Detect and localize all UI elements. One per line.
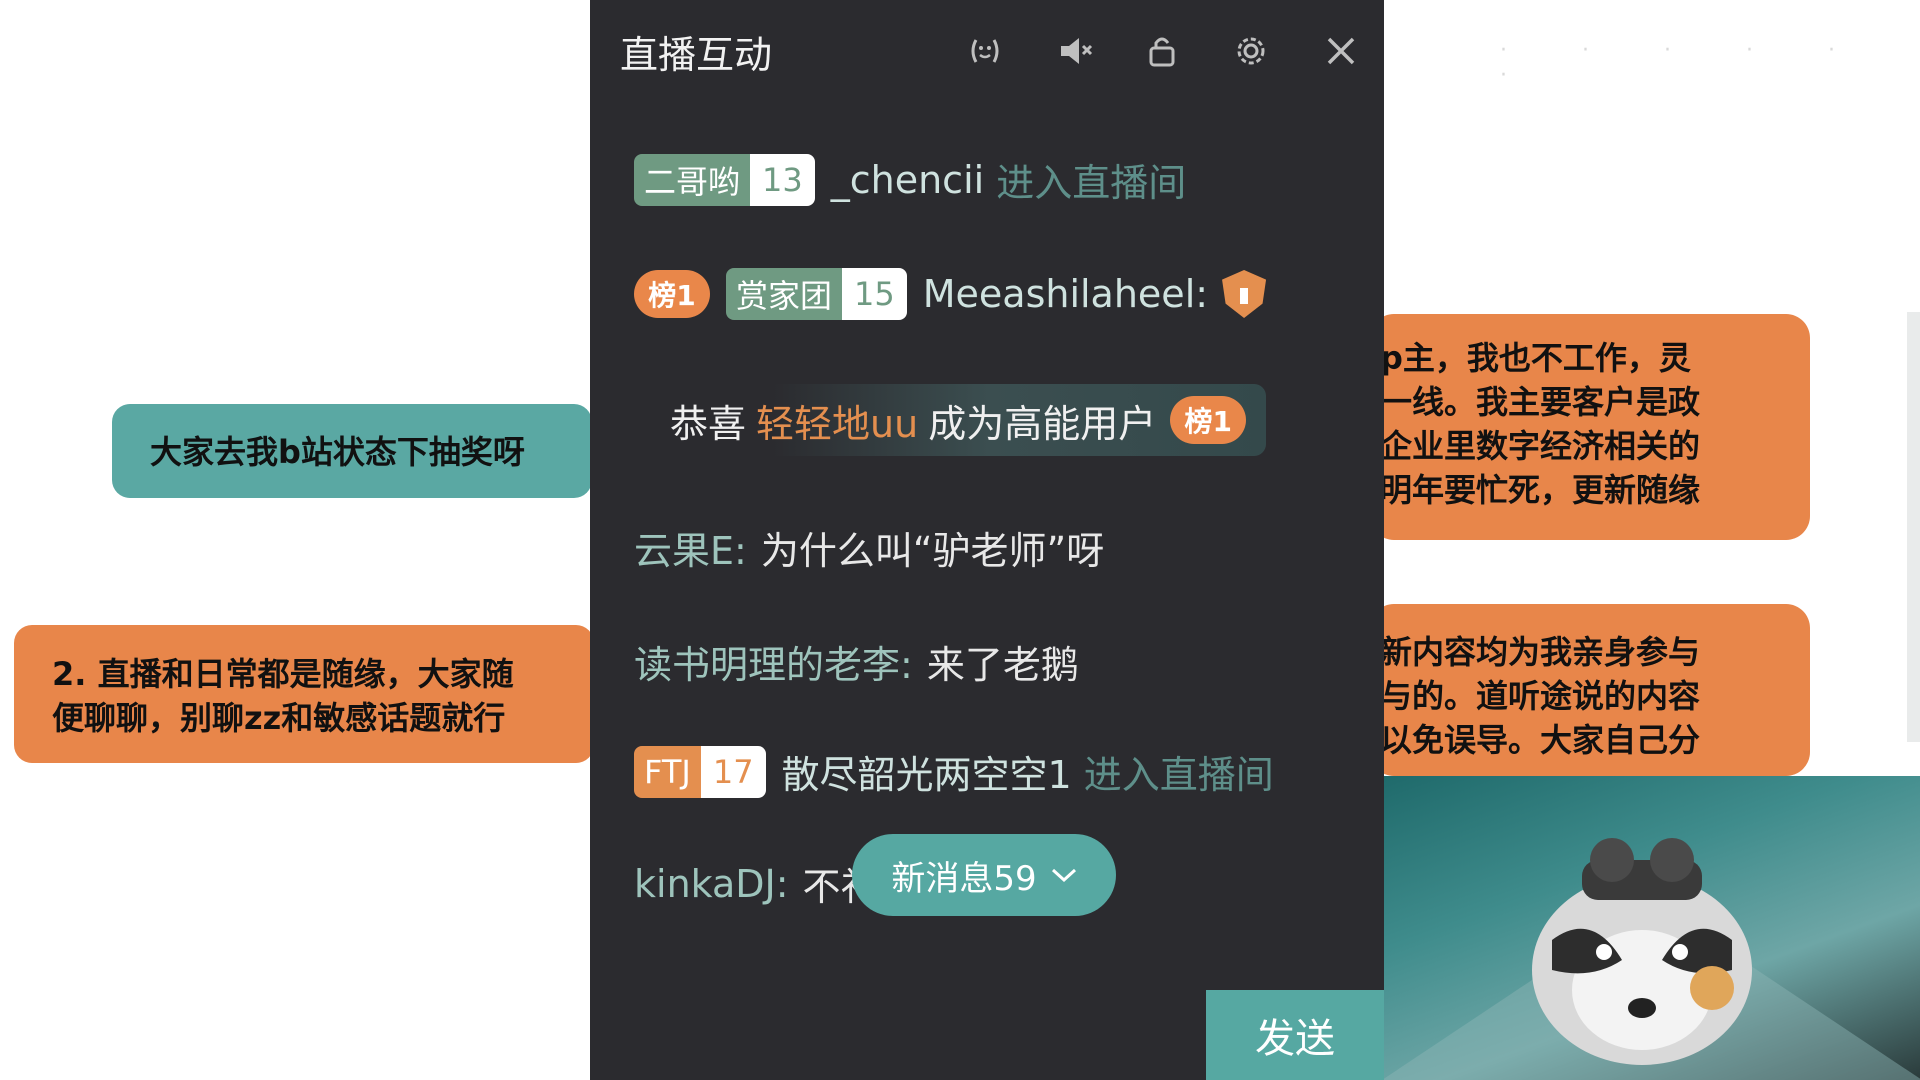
username[interactable]: kinkaDJ: [634,862,789,906]
fan-medal[interactable]: FTJ 17 [634,745,766,798]
right-note-1-line: 一线。我主要客户是政 [1380,383,1701,421]
right-orange-note-1: p主，我也不工作，灵 一线。我主要客户是政 企业里数字经济相关的 明年要忙死，更… [1370,314,1810,540]
message-text: 为什么叫“驴老师”呀 [760,529,1105,573]
medal-name: FTJ [634,745,701,798]
enter-room-text: 进入直播间 [996,161,1187,205]
close-icon[interactable] [1320,30,1362,72]
username[interactable]: 读书明理的老李: [634,634,913,689]
congrats-prefix: 恭喜 [670,401,747,446]
username[interactable]: Meeashilaheel: [923,272,1208,316]
send-button[interactable]: 发送 [1206,990,1384,1080]
rank-badge: 榜1 [1170,396,1247,444]
fan-medal[interactable]: 二哥哟 13 [634,153,815,206]
high-energy-notice: 恭喜 轻轻地uu 成为高能用户 榜1 [650,384,1267,456]
left-orange-note: 2. 直播和日常都是随缘，大家随 便聊聊，别聊zz和敏感话题就行 [14,625,594,763]
right-note-1-line: 明年要忙死，更新随缘 [1380,471,1701,509]
right-note-2-line: 新内容均为我亲身参与 [1380,633,1701,671]
congrats-suffix: 成为高能用户 [928,401,1157,446]
scrollbar[interactable] [1907,312,1920,742]
teal-note: 大家去我b站状态下抽奖呀 [112,404,592,498]
chevron-down-icon [1051,860,1077,890]
medal-level: 17 [700,745,766,798]
right-orange-note-2: 新内容均为我亲身参与 与的。道听途说的内容 以免误导。大家自己分 [1370,604,1810,776]
right-note-2-line: 与的。道听途说的内容 [1380,677,1701,715]
medal-level: 13 [750,153,815,206]
panel-title: 直播互动 [620,33,773,77]
live-interaction-panel: 直播互动 二哥哟 13 _chencii 进入直播间 榜1 赏家团 15 Mee… [590,0,1384,1080]
medal-name: 二哥哟 [634,153,751,206]
chat-message: 榜1 赏家团 15 Meeashilaheel: [634,268,1267,320]
streamer-video [1382,776,1920,1080]
enter-room-text: 进入直播间 [1083,753,1274,797]
left-note-line: 2. 直播和日常都是随缘，大家随 [52,655,514,693]
new-messages-button[interactable]: 新消息59 [852,834,1116,916]
medal-level: 15 [842,268,907,320]
right-note-2-line: 以免误导。大家自己分 [1380,721,1701,759]
chat-message: kinkaDJ: 不礼 [634,856,879,911]
raccoon-avatar-image [1532,838,1752,1065]
username[interactable]: 云果E: [634,520,747,575]
chat-message: FTJ 17 散尽韶光两空空1 进入直播间 [634,744,1274,799]
right-note-1-line: p主，我也不工作，灵 [1380,339,1691,377]
gear-icon[interactable] [1230,30,1272,72]
message-text: 来了老鹅 [926,643,1079,687]
face-icon[interactable] [964,30,1006,72]
lock-icon[interactable] [1141,30,1183,72]
username[interactable]: 散尽韶光两空空1 [782,744,1072,799]
chat-message: 二哥哟 13 _chencii 进入直播间 [634,152,1186,207]
fan-medal[interactable]: 赏家团 15 [726,268,907,320]
right-note-1-line: 企业里数字经济相关的 [1380,427,1701,465]
rank-badge: 榜1 [634,270,710,318]
medal-name: 赏家团 [726,268,843,320]
background-toolbar-icons: · · · · · · [1500,38,1869,88]
username[interactable]: 轻轻地uu [756,393,918,448]
speaker-icon[interactable] [1054,30,1096,72]
chat-message: 云果E: 为什么叫“驴老师”呀 [634,520,1104,575]
username[interactable]: _chencii [831,158,984,202]
new-messages-label: 新消息59 [891,858,1037,899]
chat-message: 读书明理的老李: 来了老鹅 [634,634,1079,689]
left-note-line: 便聊聊，别聊zz和敏感话题就行 [52,699,506,737]
shield-emote-icon [1222,270,1267,318]
teal-note-text: 大家去我b站状态下抽奖呀 [150,433,525,471]
